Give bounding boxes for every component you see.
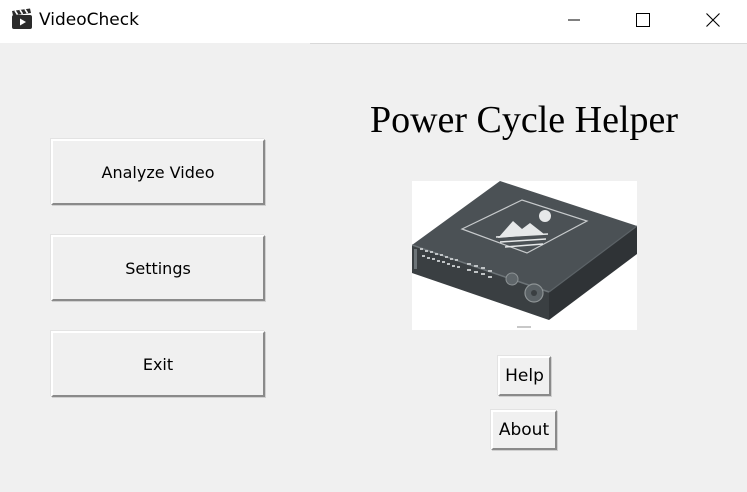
title-bar: VideoCheck [0,0,747,43]
close-button[interactable] [690,0,736,40]
page-title: Power Cycle Helper [369,99,679,141]
maximize-icon [635,12,651,28]
close-icon [705,12,721,28]
minimize-icon [566,12,582,28]
window-title: VideoCheck [39,10,139,30]
exit-button[interactable]: Exit [51,331,265,397]
minimize-button[interactable] [551,0,597,40]
clapperboard-icon [11,8,33,30]
analyze-video-button[interactable]: Analyze Video [51,139,265,205]
maximize-button[interactable] [620,0,666,40]
help-button[interactable]: Help [498,356,551,396]
title-divider [310,43,747,44]
dvr-device-image [411,181,638,330]
about-button[interactable]: About [491,410,557,450]
settings-button[interactable]: Settings [51,235,265,301]
